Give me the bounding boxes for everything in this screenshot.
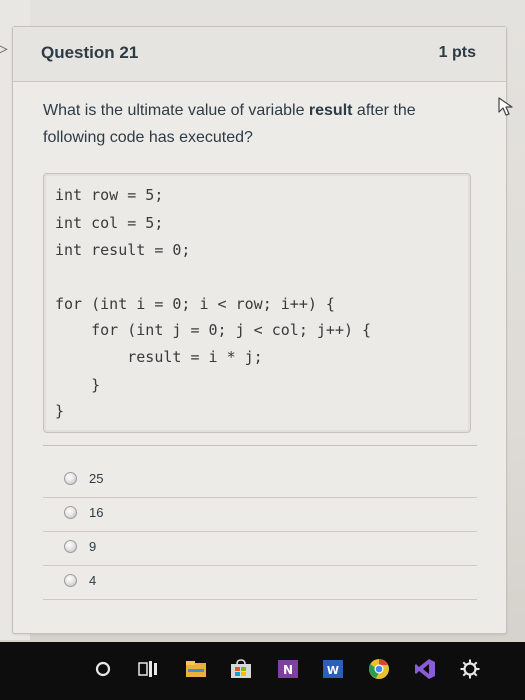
- answer-label: 25: [89, 471, 104, 486]
- chrome-icon[interactable]: [368, 658, 390, 680]
- mouse-pointer-icon: [498, 97, 513, 116]
- word-letter: W: [327, 664, 339, 677]
- code-block: int row = 5; int col = 5; int result = 0…: [43, 173, 471, 433]
- onenote-letter: N: [283, 663, 293, 677]
- word-icon[interactable]: W: [322, 658, 344, 680]
- answer-label: 4: [89, 573, 97, 588]
- prompt-variable-name: result: [308, 102, 353, 119]
- question-header: Question 21 1 pts: [13, 27, 506, 82]
- onenote-icon[interactable]: N: [277, 658, 299, 680]
- radio-button[interactable]: [64, 574, 77, 587]
- answer-option-4[interactable]: 4: [43, 565, 477, 600]
- answer-label: 9: [89, 539, 97, 554]
- answer-option-3[interactable]: 9: [43, 531, 477, 566]
- question-points: 1 pts: [438, 44, 476, 61]
- code-line: int row = 5;: [55, 186, 164, 204]
- store-icon[interactable]: [230, 658, 252, 680]
- screen: ▷ Question 21 1 pts What is the ultimate…: [0, 0, 525, 700]
- question-card: Question 21 1 pts What is the ultimate v…: [12, 26, 507, 634]
- question-title: Question 21: [41, 43, 139, 62]
- code-line: for (int i = 0; i < row; i++) {: [55, 295, 335, 313]
- answer-option-2[interactable]: 16: [43, 497, 477, 532]
- visual-studio-icon[interactable]: [414, 658, 436, 680]
- code-line: for (int j = 0; j < col; j++) {: [55, 321, 372, 339]
- taskbar: N W: [0, 642, 525, 700]
- radio-button[interactable]: [64, 506, 77, 519]
- code-line: int col = 5;: [55, 214, 164, 232]
- radio-button[interactable]: [64, 472, 77, 485]
- question-prompt: What is the ultimate value of variable r…: [43, 97, 473, 151]
- task-view-icon[interactable]: [137, 658, 159, 680]
- answers-divider: [43, 445, 477, 446]
- answer-label: 16: [89, 505, 104, 520]
- cortana-icon[interactable]: [92, 658, 114, 680]
- radio-button[interactable]: [64, 540, 77, 553]
- previous-question-arrow-icon[interactable]: ▷: [0, 38, 8, 58]
- code-line: int result = 0;: [55, 241, 191, 259]
- file-explorer-icon[interactable]: [185, 658, 207, 680]
- answer-option-1[interactable]: 25: [43, 463, 477, 498]
- code-line: }: [55, 402, 65, 420]
- prompt-text-before: What is the ultimate value of variable: [43, 102, 309, 119]
- code-line: }: [55, 376, 101, 394]
- code-line: result = i * j;: [55, 348, 263, 366]
- settings-gear-icon[interactable]: [459, 658, 481, 680]
